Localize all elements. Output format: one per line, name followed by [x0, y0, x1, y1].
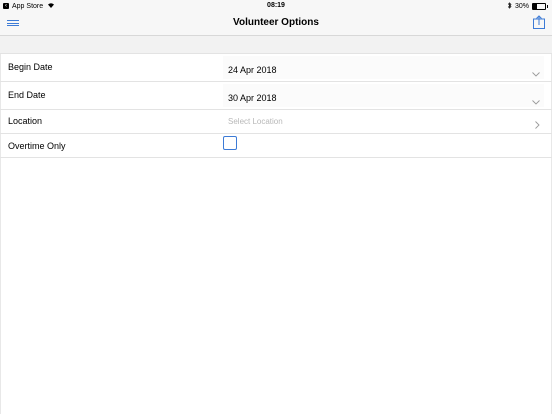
status-time: 08:19 [267, 2, 285, 9]
header-spacer [0, 36, 552, 53]
page-title: Volunteer Options [233, 17, 319, 28]
overtime-row: Overtime Only [0, 133, 552, 157]
overtime-checkbox[interactable] [223, 136, 237, 150]
form-divider [0, 157, 552, 158]
chevron-down-icon [532, 64, 540, 82]
status-right: 30% [507, 2, 548, 11]
battery-icon [532, 3, 546, 10]
end-date-row: End Date 30 Apr 2018 [0, 81, 552, 109]
battery-tip [547, 5, 548, 8]
chevron-down-icon [532, 92, 540, 110]
begin-date-label: Begin Date [8, 62, 53, 72]
battery-fill [533, 4, 537, 9]
end-date-value: 30 Apr 2018 [228, 93, 277, 103]
bluetooth-icon [507, 2, 512, 11]
share-icon[interactable] [533, 15, 545, 34]
begin-date-row: Begin Date 24 Apr 2018 [0, 53, 552, 81]
begin-date-picker[interactable]: 24 Apr 2018 [223, 56, 544, 79]
chevron-right-icon [535, 116, 540, 134]
begin-date-value: 24 Apr 2018 [228, 65, 277, 75]
location-selector[interactable]: Select Location [223, 112, 544, 131]
end-date-label: End Date [8, 90, 46, 100]
end-date-picker[interactable]: 30 Apr 2018 [223, 84, 544, 107]
location-placeholder: Select Location [228, 117, 283, 126]
status-bar: ‹ App Store 08:19 30% [0, 0, 552, 12]
battery-percent: 30% [514, 3, 529, 10]
overtime-label: Overtime Only [8, 141, 66, 151]
options-form: Begin Date 24 Apr 2018 End Date 30 Apr 2… [0, 53, 552, 158]
nav-bar: Volunteer Options [0, 12, 552, 36]
location-row: Location Select Location [0, 109, 552, 133]
location-label: Location [8, 116, 43, 126]
